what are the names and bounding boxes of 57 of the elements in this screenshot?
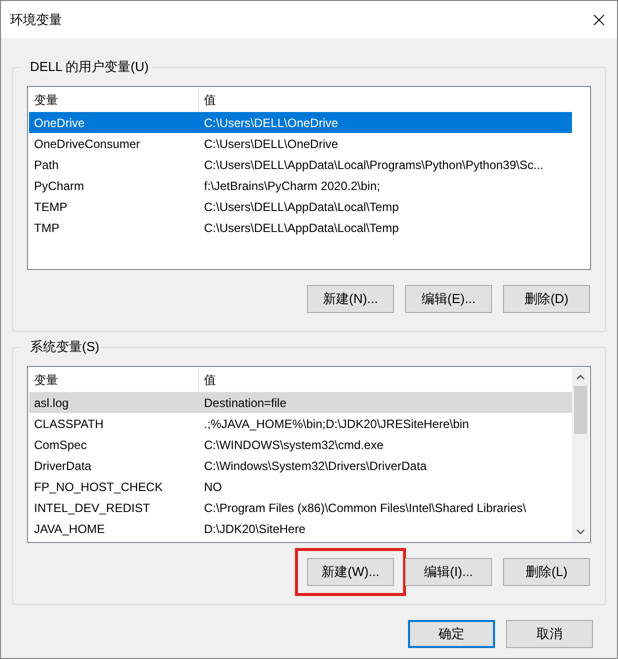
dialog-button[interactable]: 取消 xyxy=(506,620,593,648)
table-cell-text: CLASSPATH xyxy=(33,416,105,432)
table-row[interactable]: OneDrive C:\Users\DELL\OneDrive xyxy=(29,112,572,133)
table-row[interactable]: TMP C:\Users\DELL\AppData\Local\Temp xyxy=(29,217,572,238)
table-row[interactable]: TEMP C:\Users\DELL\AppData\Local\Temp xyxy=(29,196,572,217)
table-row[interactable]: PyCharm f:\JetBrains\PyCharm 2020.2\bin; xyxy=(29,175,572,196)
table-row[interactable]: CLASSPATH .;%JAVA_HOME%\bin;D:\JDK20\JRESiteHere\bin xyxy=(29,413,572,434)
table-row[interactable]: JAVA_HOME D:\JDK20\SiteHere xyxy=(29,518,572,539)
table-row[interactable]: FP_NO_HOST_CHECK NO xyxy=(29,476,572,497)
table-cell-text: C:\WINDOWS\system32\cmd.exe xyxy=(203,436,384,454)
close-icon[interactable] xyxy=(593,14,605,26)
table-cell-text: Path xyxy=(33,156,60,174)
group-label: 系统变量(S) xyxy=(20,338,102,356)
table-row[interactable]: DriverData C:\Windows\System32\Drivers\DriverData xyxy=(29,455,572,476)
table-row[interactable]: ComSpec C:\WINDOWS\system32\cmd.exe xyxy=(29,434,572,455)
dialog-button[interactable]: 新建(N)... xyxy=(307,285,394,313)
dialog-button[interactable]: 编辑(E)... xyxy=(405,285,492,313)
scroll-down-icon[interactable] xyxy=(576,529,585,535)
table-cell-text: DriverData xyxy=(33,458,92,474)
table-cell-text: INTEL_DEV_REDIST xyxy=(33,500,152,516)
window-title: 环境变量 xyxy=(10,10,62,29)
table-cell-text: D:\JDK20\SiteHere xyxy=(203,520,306,538)
scroll-up-icon[interactable] xyxy=(576,374,585,380)
dialog-button[interactable]: 删除(D) xyxy=(503,285,590,313)
table-cell-text: NO xyxy=(203,478,223,496)
table-cell-text: .;%JAVA_HOME%\bin;D:\JDK20\JRESiteHere\bin xyxy=(203,416,470,432)
dialog-button[interactable]: 删除(L) xyxy=(503,558,590,586)
table-cell-text: JAVA_HOME xyxy=(33,520,106,538)
table-cell-text: C:\Users\DELL\AppData\Local\Temp xyxy=(203,198,400,216)
dialog-button[interactable]: 新建(W)... xyxy=(307,558,394,586)
scrollbar[interactable] xyxy=(572,368,589,541)
table-cell-text: Destination=file xyxy=(203,394,288,412)
table-cell-text: OneDriveConsumer xyxy=(33,136,142,152)
table-cell-text: FP_NO_HOST_CHECK xyxy=(33,478,164,496)
table-cell-text: C:\Users\DELL\OneDrive xyxy=(203,114,340,132)
table-cell-text: C:\Users\DELL\OneDrive xyxy=(203,136,340,152)
table-cell-text: f:\JetBrains\PyCharm 2020.2\bin; xyxy=(203,178,382,194)
table-cell-text: TEMP xyxy=(33,198,68,216)
table-row[interactable]: Path C:\Users\DELL\AppData\Local\Programs\Python\Python39\Sc... xyxy=(29,154,572,175)
group-label: DELL 的用户变量(U) xyxy=(20,58,151,76)
scroll-thumb[interactable] xyxy=(574,386,587,434)
table-row[interactable]: asl.log Destination=file xyxy=(29,392,572,413)
table-cell-text: asl.log xyxy=(33,394,70,412)
dialog-button[interactable]: 编辑(I)... xyxy=(405,558,492,586)
table-cell-text: C:\Program Files (x86)\Common Files\Intel\Shared Libraries\ xyxy=(203,500,528,516)
table-cell-text: TMP xyxy=(33,220,60,236)
table-cell-text: OneDrive xyxy=(33,114,86,132)
table-cell-text: C:\Users\DELL\AppData\Local\Programs\Python\Python39\Sc... xyxy=(203,156,544,174)
table-cell-text: ComSpec xyxy=(33,436,88,454)
table-row[interactable]: INTEL_DEV_REDIST C:\Program Files (x86)\Common Files\Intel\Shared Libraries\ xyxy=(29,497,572,518)
table-cell-text: PyCharm xyxy=(33,178,86,194)
table-row[interactable]: OneDriveConsumer C:\Users\DELL\OneDrive xyxy=(29,133,572,154)
dialog-button[interactable]: 确定 xyxy=(408,620,495,648)
column-header[interactable]: 值 xyxy=(199,88,572,112)
table-cell-text: C:\Users\DELL\AppData\Local\Temp xyxy=(203,220,400,236)
table-cell-text: C:\Windows\System32\Drivers\DriverData xyxy=(203,458,428,474)
column-header[interactable]: 值 xyxy=(199,368,572,392)
